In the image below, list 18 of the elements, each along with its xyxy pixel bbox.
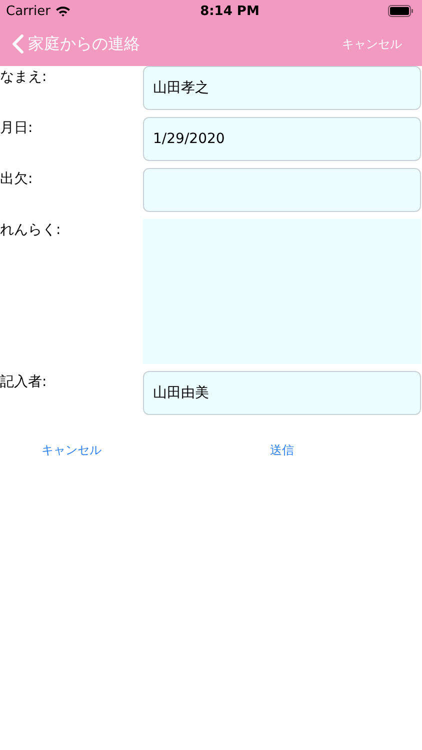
wifi-icon bbox=[55, 5, 72, 17]
action-button[interactable]: 送信 bbox=[266, 440, 298, 461]
back-button[interactable]: 家庭からの連絡 bbox=[12, 34, 140, 54]
field-label: 記入者: bbox=[0, 373, 48, 392]
input-field[interactable]: 山田孝之 bbox=[143, 66, 421, 110]
field-label: れんらく: bbox=[0, 221, 62, 240]
field-label: なまえ: bbox=[0, 68, 48, 87]
field-label: 月日: bbox=[0, 119, 34, 138]
battery-icon bbox=[388, 5, 414, 17]
input-field[interactable]: 山田由美 bbox=[143, 371, 421, 415]
chevron-left-icon bbox=[12, 34, 24, 54]
input-field[interactable]: 1/29/2020 bbox=[143, 117, 421, 161]
cancel-button[interactable]: キャンセル bbox=[334, 36, 410, 52]
status-time: 8:14 PM bbox=[200, 4, 260, 18]
carrier-label: Carrier bbox=[6, 4, 50, 18]
action-button[interactable]: キャンセル bbox=[38, 440, 106, 461]
field-label: 出欠: bbox=[0, 170, 34, 189]
input-field[interactable] bbox=[143, 168, 421, 212]
